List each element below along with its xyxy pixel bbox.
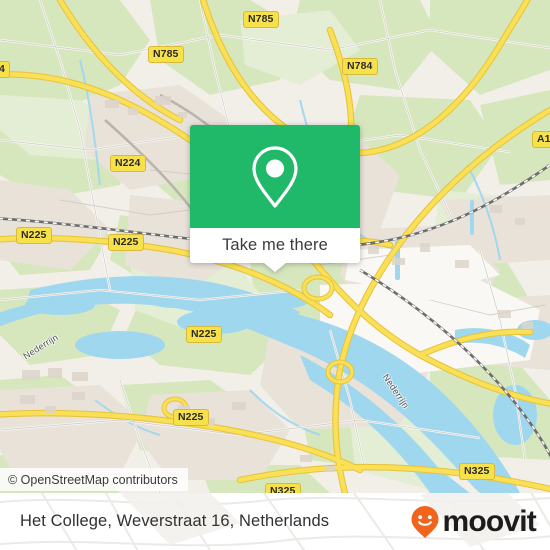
moovit-logo[interactable]: moovit xyxy=(410,504,537,539)
footer-bar: Het College, Weverstraat 16, Netherlands… xyxy=(0,493,550,550)
moovit-smiley-pin-icon xyxy=(411,505,439,538)
callout-action-bar[interactable]: Take me there xyxy=(190,228,360,272)
take-me-there-callout[interactable]: Take me there xyxy=(190,125,360,272)
road-shield-n325-south[interactable]: N325 xyxy=(265,483,301,493)
road-shield-n225-south[interactable]: N225 xyxy=(173,409,209,426)
road-shield-partial-left[interactable]: 4 xyxy=(0,61,10,78)
moovit-wordmark: moovit xyxy=(442,504,536,538)
callout-image-area xyxy=(190,125,360,228)
callout-pointer-tail xyxy=(264,263,286,272)
take-me-there-label: Take me there xyxy=(222,236,328,254)
map-canvas[interactable]: Nederrijn Nederrijn N785 N785 N784 N224 … xyxy=(0,0,550,493)
attribution-text: © OpenStreetMap contributors xyxy=(8,472,178,487)
road-shield-n225-west[interactable]: N225 xyxy=(16,227,52,244)
road-shield-n225-mid[interactable]: N225 xyxy=(186,326,222,343)
moovit-map-screenshot: Nederrijn Nederrijn N785 N785 N784 N224 … xyxy=(0,0,550,550)
location-pin-icon xyxy=(252,145,298,208)
road-shield-n784[interactable]: N784 xyxy=(342,58,378,75)
road-shield-n225-center[interactable]: N225 xyxy=(108,234,144,251)
road-shield-a1[interactable]: A1 xyxy=(532,131,550,148)
map-attribution[interactable]: © OpenStreetMap contributors xyxy=(0,468,188,491)
place-title: Het College, Weverstraat 16, Netherlands xyxy=(20,512,330,530)
road-shield-n224[interactable]: N224 xyxy=(110,155,146,172)
road-shield-n325-east[interactable]: N325 xyxy=(459,463,495,480)
road-shield-n785-west[interactable]: N785 xyxy=(148,46,184,63)
road-shield-n785-north[interactable]: N785 xyxy=(243,11,279,28)
